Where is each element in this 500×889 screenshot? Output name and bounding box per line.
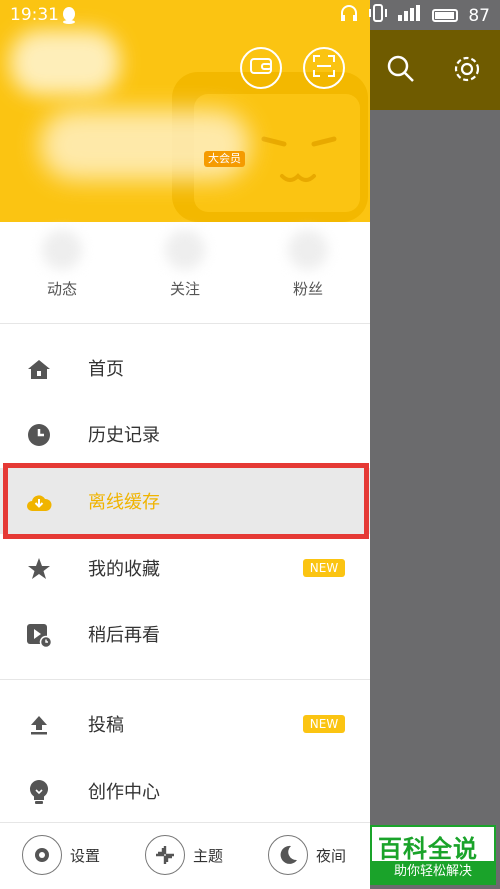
theme-icon [145, 835, 185, 875]
avatar[interactable] [10, 30, 120, 95]
headphone-icon [340, 4, 358, 27]
stat-count-blurred [288, 230, 328, 270]
qq-icon [62, 6, 76, 29]
menu-item-label: 投稿 [88, 715, 124, 736]
upload-icon [26, 712, 52, 738]
theme-label: 主题 [193, 846, 224, 865]
gear-icon[interactable] [452, 54, 482, 84]
menu-item-label: 离线缓存 [88, 492, 160, 513]
scan-button[interactable] [303, 47, 345, 89]
drawer-bottom-bar: 设置 主题 夜间 [0, 822, 370, 889]
theme-button[interactable]: 主题 [145, 835, 223, 875]
status-time: 19:31 [10, 5, 59, 25]
status-bar: 19:31 87 [0, 0, 500, 30]
watermark-logo: 百科全说 助你轻松解决 [370, 825, 496, 885]
vip-badge: 大会员 [204, 151, 245, 167]
stat-count-blurred [42, 230, 82, 270]
menu-item-offline-cache[interactable]: 离线缓存 [0, 468, 370, 534]
stat-fans[interactable]: 粉丝 [248, 222, 368, 322]
stat-label: 粉丝 [292, 280, 323, 298]
menu-item-label: 首页 [88, 359, 124, 380]
menu-item-history[interactable]: 历史记录 [0, 401, 370, 467]
home-icon [26, 356, 52, 382]
cloud-download-icon [26, 489, 52, 515]
menu-item-label: 历史记录 [88, 425, 160, 446]
signal-icon [398, 5, 422, 26]
settings-label: 设置 [70, 846, 101, 865]
battery-level: 87 [468, 5, 490, 26]
stat-count-blurred [165, 230, 205, 270]
gear-icon [22, 835, 62, 875]
play-later-icon [26, 622, 52, 648]
stat-label: 关注 [169, 280, 200, 298]
bulb-icon [26, 779, 52, 805]
watermark-title: 百科全说 [378, 835, 478, 863]
vibrate-icon [368, 4, 388, 27]
watermark-subtitle: 助你轻松解决 [372, 861, 494, 883]
moon-icon [268, 835, 308, 875]
username[interactable] [40, 110, 250, 180]
new-badge: NEW [303, 715, 345, 733]
stat-dynamic[interactable]: 动态 [2, 222, 122, 322]
menu-item-label: 稍后再看 [88, 625, 160, 646]
settings-button[interactable]: 设置 [22, 835, 100, 875]
wallet-icon [250, 57, 272, 79]
background-toolbar [370, 30, 500, 110]
navigation-drawer: 大会员 动态 关注 粉丝 首页 历史记录 离线缓存 我的收藏 NEW 稍后再看 … [0, 0, 370, 889]
menu-divider [0, 679, 370, 680]
search-icon[interactable] [386, 54, 416, 84]
profile-header: 大会员 [0, 0, 370, 222]
menu-item-upload[interactable]: 投稿 NEW [0, 691, 370, 757]
scan-icon [313, 55, 335, 81]
night-mode-button[interactable]: 夜间 [268, 835, 346, 875]
stat-label: 动态 [46, 280, 77, 298]
clock-icon [26, 422, 52, 448]
menu-item-label: 创作中心 [88, 782, 160, 803]
menu-item-home[interactable]: 首页 [0, 335, 370, 401]
menu-item-label: 我的收藏 [88, 559, 160, 580]
star-icon [26, 556, 52, 582]
menu-item-watch-later[interactable]: 稍后再看 [0, 601, 370, 667]
battery-icon [432, 9, 459, 22]
profile-stats: 动态 关注 粉丝 [0, 222, 370, 324]
menu-item-favorites[interactable]: 我的收藏 NEW [0, 535, 370, 601]
stat-following[interactable]: 关注 [125, 222, 245, 322]
wallet-button[interactable] [240, 47, 282, 89]
new-badge: NEW [303, 559, 345, 577]
menu-item-creator-center[interactable]: 创作中心 [0, 758, 370, 824]
night-label: 夜间 [316, 846, 347, 865]
